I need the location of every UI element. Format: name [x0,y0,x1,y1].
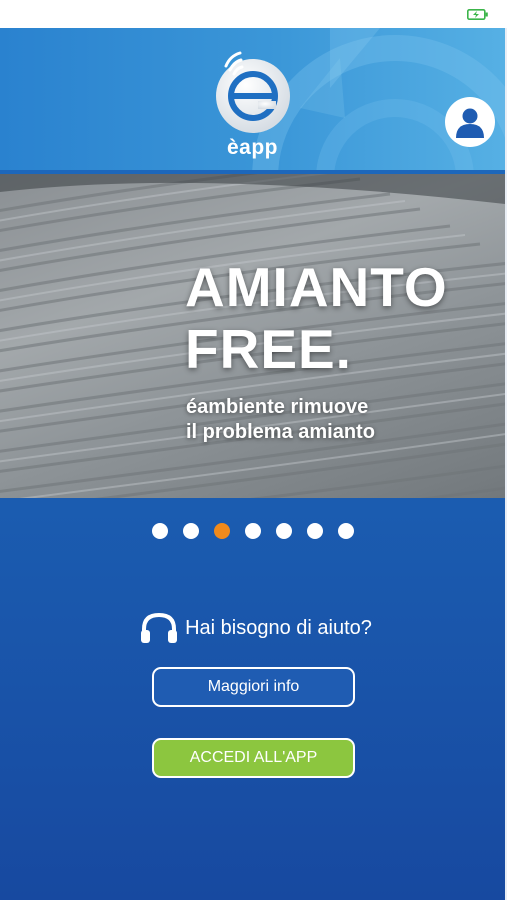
carousel-dot[interactable] [182,523,199,539]
carousel-dot[interactable] [275,523,292,539]
more-info-button[interactable]: Maggiori info [152,667,355,707]
headphones-icon [141,612,178,643]
banner-title: AMIANTO FREE. [185,256,448,380]
help-row[interactable]: Hai bisogno di aiuto? [0,610,505,646]
carousel-dot[interactable] [337,523,354,539]
eapp-logo-icon [208,44,298,134]
carousel-dot[interactable] [306,523,323,539]
banner-subtitle-line1: éambiente rimuove [186,396,369,418]
carousel-indicator [0,523,505,539]
carousel-dot[interactable] [151,523,168,539]
battery-charging-icon [467,9,488,20]
user-profile-icon [456,108,484,138]
status-bar [0,0,507,28]
header: èapp [0,28,505,170]
app-name: èapp [226,136,278,159]
access-app-button[interactable]: ACCEDI ALL'APP [152,738,355,778]
carousel-dot[interactable] [213,523,230,539]
banner-title-line1: AMIANTO [185,256,448,318]
promo-banner[interactable]: AMIANTO FREE. éambiente rimuove il probl… [0,174,505,498]
user-profile-button[interactable] [445,97,495,147]
banner-subtitle-line2: il problema amianto [186,421,375,443]
banner-title-line2: FREE. [185,318,352,380]
banner-subtitle: éambiente rimuove il problema amianto [186,395,375,445]
app-screen: èapp AMIANTO FREE. éambiente rimuove il … [0,28,507,900]
carousel-dot[interactable] [244,523,261,539]
help-text: Hai bisogno di aiuto? [185,616,372,639]
